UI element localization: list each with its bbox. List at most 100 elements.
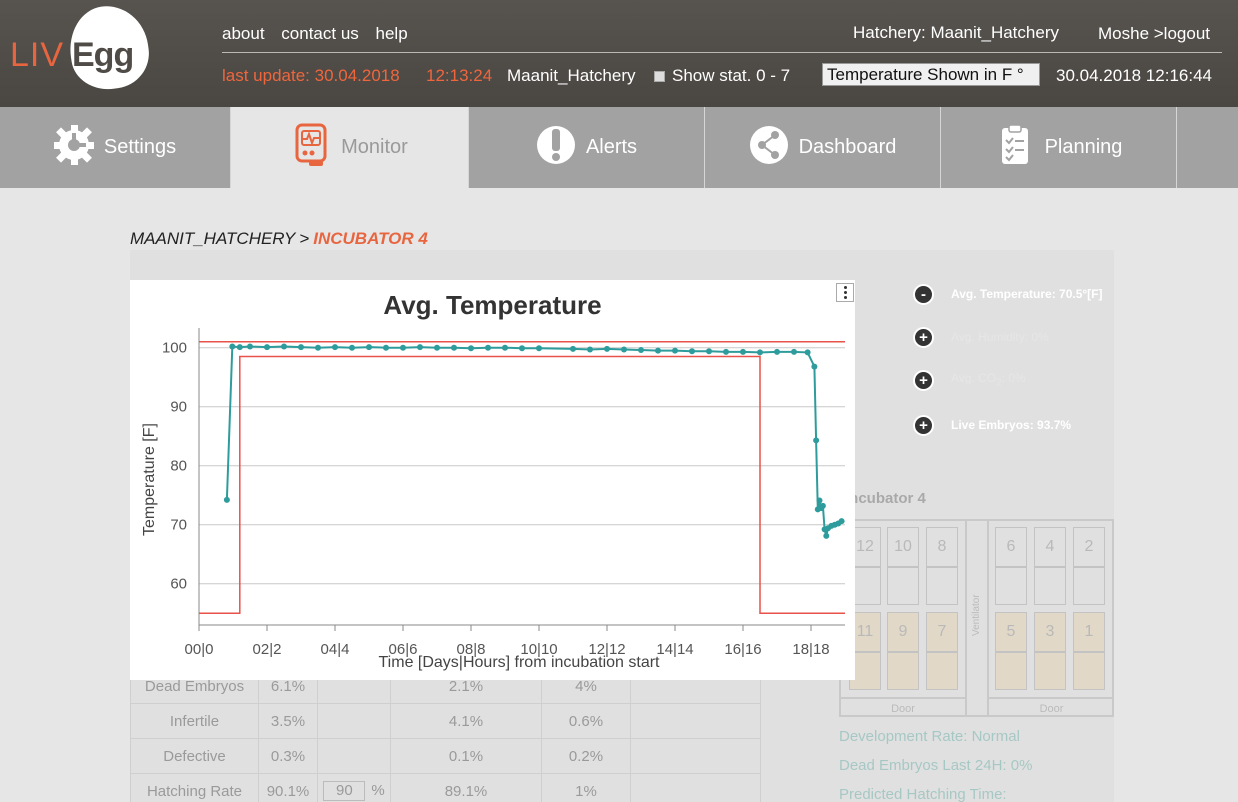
cell: 4.1% bbox=[390, 703, 542, 739]
main-nav: Settings Monitor Alerts Dashboard Planni… bbox=[0, 107, 1238, 188]
temperature-point bbox=[604, 345, 610, 352]
temperature-point bbox=[621, 346, 627, 353]
temperature-point bbox=[468, 345, 474, 352]
slot-4-lower bbox=[1034, 567, 1066, 605]
temperature-point bbox=[281, 343, 287, 350]
slot-3[interactable]: 3 bbox=[1034, 612, 1066, 652]
temperature-point bbox=[332, 344, 338, 351]
slot-1-lower bbox=[1073, 652, 1105, 690]
temperature-point bbox=[519, 345, 525, 352]
cell: 0.1% bbox=[390, 738, 542, 774]
table-row: Hatching Rate 90.1% 90% 89.1% 1% bbox=[130, 773, 761, 802]
temperature-point bbox=[349, 344, 355, 351]
tab-dashboard[interactable]: Dashboard bbox=[705, 107, 941, 188]
threshold-line bbox=[199, 355, 845, 614]
temperature-point bbox=[838, 518, 845, 525]
y-tick-label: 60 bbox=[170, 576, 187, 593]
slot-8-lower bbox=[926, 567, 958, 605]
logo-liv-text: LIV bbox=[10, 36, 65, 74]
row-name: Defective bbox=[130, 738, 259, 774]
temperature-point bbox=[791, 348, 797, 355]
table-row: Defective 0.3% 0.1% 0.2% bbox=[130, 738, 761, 774]
cell: 3.5% bbox=[258, 703, 318, 739]
show-stat-checkbox[interactable] bbox=[654, 70, 665, 82]
tab-monitor[interactable]: Monitor bbox=[231, 107, 469, 188]
temperature-point bbox=[223, 496, 230, 503]
temperature-point bbox=[672, 347, 678, 354]
temperature-point bbox=[774, 348, 780, 355]
tab-planning[interactable]: Planning bbox=[941, 107, 1177, 188]
legend-avg-temperature[interactable]: - Avg. Temperature: 70.5°[F] bbox=[913, 280, 1114, 308]
breadcrumb-current: INCUBATOR 4 bbox=[313, 229, 428, 248]
temperature-point bbox=[229, 343, 236, 350]
chart-menu-button[interactable] bbox=[836, 283, 854, 302]
slot-8[interactable]: 8 bbox=[926, 527, 958, 567]
tab-settings[interactable]: Settings bbox=[0, 107, 231, 188]
user-info: Moshe >logout bbox=[1098, 24, 1210, 44]
monitor-icon bbox=[291, 123, 331, 173]
y-tick-label: 100 bbox=[162, 340, 187, 357]
legend-avg-co2[interactable]: + Avg. CO2: 0% bbox=[913, 366, 1114, 394]
temperature-point bbox=[587, 346, 593, 353]
collapse-icon[interactable]: - bbox=[913, 283, 934, 305]
temperature-point bbox=[655, 347, 661, 354]
temperature-point bbox=[434, 344, 440, 351]
slot-4[interactable]: 4 bbox=[1034, 527, 1066, 567]
cell bbox=[630, 738, 761, 774]
livegg-logo[interactable]: LIV Egg bbox=[10, 0, 154, 95]
hatchery-label: Hatchery: Maanit_Hatchery bbox=[853, 23, 1059, 42]
slot-1[interactable]: 1 bbox=[1073, 612, 1105, 652]
x-tick-label: 04|4 bbox=[321, 641, 350, 658]
about-link[interactable]: about bbox=[222, 24, 265, 43]
temperature-point bbox=[366, 344, 372, 351]
slot-9[interactable]: 9 bbox=[887, 612, 919, 652]
temperature-point bbox=[451, 344, 457, 351]
cell: 90.1% bbox=[258, 773, 318, 802]
tab-alerts[interactable]: Alerts bbox=[469, 107, 705, 188]
hatching-target-cell: 90% bbox=[317, 773, 391, 802]
contact-us-link[interactable]: contact us bbox=[281, 24, 359, 43]
temperature-point bbox=[502, 344, 508, 351]
temperature-point bbox=[247, 343, 253, 350]
temperature-point bbox=[536, 345, 542, 352]
temperature-point bbox=[638, 347, 644, 354]
show-stat-toggle[interactable]: Show stat. 0 - 7 bbox=[654, 66, 790, 86]
incubator-title: Incubator 4 bbox=[845, 490, 926, 507]
logout-link[interactable]: >logout bbox=[1149, 24, 1210, 43]
expand-icon[interactable]: + bbox=[913, 326, 934, 348]
expand-icon[interactable]: + bbox=[913, 369, 934, 391]
row-name: Infertile bbox=[130, 703, 259, 739]
breadcrumb-root[interactable]: MAANIT_HATCHERY bbox=[130, 229, 295, 248]
temperature-point bbox=[298, 344, 304, 351]
cell bbox=[630, 773, 761, 802]
door-right: Door bbox=[989, 697, 1114, 717]
slot-5[interactable]: 5 bbox=[995, 612, 1027, 652]
slot-7[interactable]: 7 bbox=[926, 612, 958, 652]
slot-10[interactable]: 10 bbox=[887, 527, 919, 567]
x-tick-label: 18|18 bbox=[792, 641, 829, 658]
temperature-unit-select[interactable]: Temperature Shown in F ° bbox=[822, 63, 1040, 86]
tab-planning-label: Planning bbox=[1044, 136, 1123, 158]
temperature-point bbox=[400, 344, 406, 351]
cell: 0.6% bbox=[541, 703, 631, 739]
cell: 0.3% bbox=[258, 738, 318, 774]
temperature-point bbox=[816, 497, 823, 504]
y-tick-label: 90 bbox=[170, 399, 187, 416]
breadcrumb: MAANIT_HATCHERY > INCUBATOR 4 bbox=[130, 229, 428, 249]
legend-live-embryos[interactable]: + Live Embryos: 93.7% bbox=[913, 411, 1114, 439]
temperature-series-line bbox=[225, 345, 843, 537]
legend-avg-humidity[interactable]: + Avg. Humidity: 0% bbox=[913, 323, 1114, 351]
slot-6[interactable]: 6 bbox=[995, 527, 1027, 567]
dead-embryos-24h: Dead Embryos Last 24H: 0% bbox=[839, 757, 1033, 774]
cell bbox=[630, 703, 761, 739]
help-link[interactable]: help bbox=[376, 24, 408, 43]
hatching-target-input[interactable]: 90 bbox=[323, 781, 366, 801]
alert-icon bbox=[536, 123, 576, 173]
last-update-label: last update: 30.04.2018 bbox=[222, 66, 400, 85]
slot-2[interactable]: 2 bbox=[1073, 527, 1105, 567]
tab-monitor-label: Monitor bbox=[341, 136, 408, 158]
slot-7-lower bbox=[926, 652, 958, 690]
temperature-point bbox=[264, 344, 270, 351]
expand-icon[interactable]: + bbox=[913, 414, 934, 436]
x-tick-label: 16|16 bbox=[724, 641, 761, 658]
